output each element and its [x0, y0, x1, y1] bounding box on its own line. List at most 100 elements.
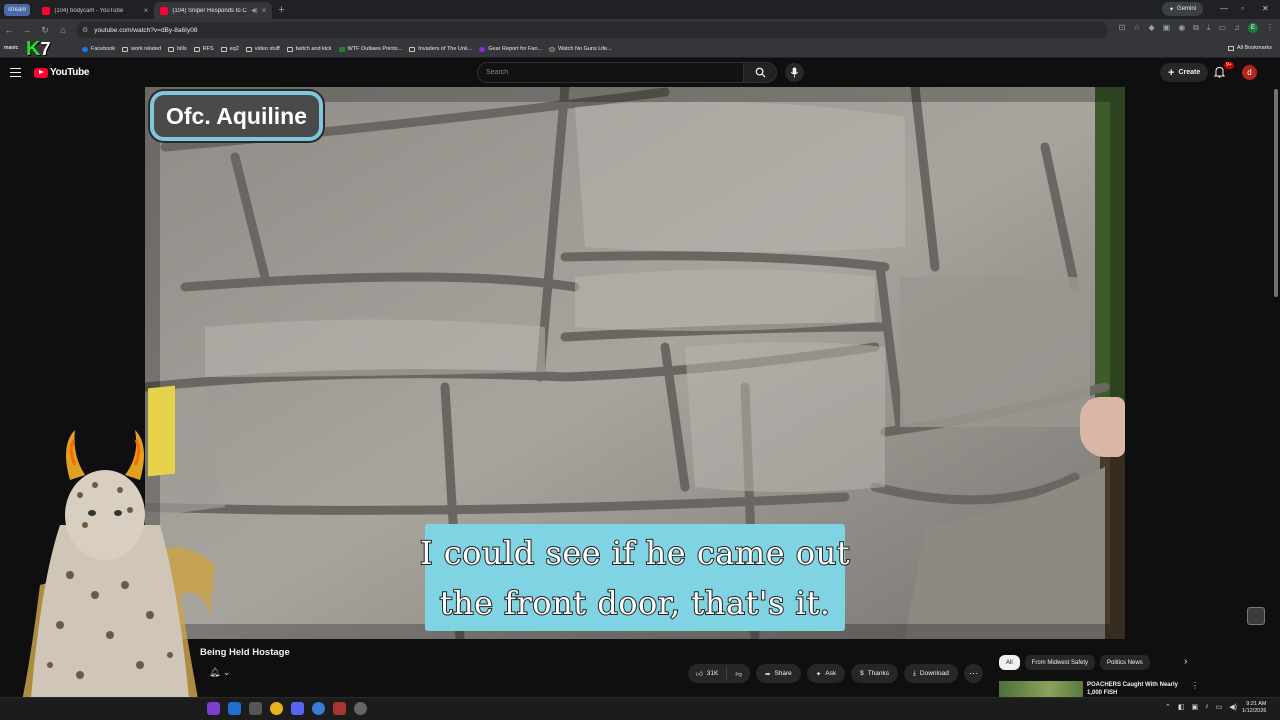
close-tab-icon[interactable]: × [144, 6, 149, 15]
app-tray-icon[interactable]: ▣ [1192, 703, 1199, 711]
profile-icon[interactable]: E [1248, 23, 1258, 33]
bookmark-label: Invaders of The Unk... [418, 46, 473, 52]
maximize-icon[interactable]: ▫ [1241, 4, 1244, 13]
tab-search-icon[interactable]: ▭ [1218, 23, 1226, 33]
app-icon[interactable] [228, 702, 241, 715]
reload-icon[interactable]: ↻ [36, 25, 54, 36]
kebab-menu-icon[interactable]: ⋮ [1266, 23, 1274, 33]
settings-icon[interactable] [354, 702, 367, 715]
bookmark-gear-report[interactable]: Gear Report for Fan... [479, 46, 542, 52]
subtitle-caption: I could see if he came out the front doo… [419, 524, 851, 631]
app-icon[interactable] [207, 702, 220, 715]
network-icon[interactable]: ▭ [1216, 703, 1223, 711]
thumbs-down-icon: 👎︎ [735, 670, 742, 678]
new-tab-button[interactable]: + [278, 4, 284, 16]
chip-midwest-safety[interactable]: From Midwest Safety [1024, 655, 1096, 670]
extension-icon[interactable]: ▣ [1163, 23, 1171, 33]
app-icon[interactable] [249, 702, 262, 715]
downloads-icon[interactable]: ⤓ [1207, 23, 1211, 33]
voice-search-button[interactable] [785, 63, 804, 82]
app-icon[interactable] [333, 702, 346, 715]
clock-date: 1/12/2026 [1242, 708, 1267, 714]
search-input[interactable] [486, 69, 743, 76]
like-button[interactable]: 👍︎ 31K [688, 667, 728, 680]
page-scrollbar[interactable] [1274, 89, 1278, 297]
more-actions-button[interactable]: ⋯ [963, 664, 983, 683]
tab-group-stream[interactable]: stream [4, 3, 31, 16]
wtf-icon [338, 46, 345, 52]
app-icon[interactable] [312, 702, 325, 715]
chevron-up-icon[interactable]: ⌃ [1165, 703, 1171, 711]
all-bookmarks[interactable]: All Bookmarks [1227, 45, 1272, 51]
bookmark-folder-twitch[interactable]: twitch and kick [286, 46, 332, 52]
url-text: youtube.com/watch?v=dBy-8a6Iy08 [94, 26, 198, 34]
download-button[interactable]: ⤓ Download [904, 664, 958, 683]
tab-bodycam[interactable]: (104) bodycam - YouTube × [36, 2, 154, 19]
bookmark-label: work related [131, 46, 162, 52]
dislike-button[interactable]: 👎︎ [727, 670, 750, 678]
browser-toolbar: ← → ↻ ⌂ ⚙ youtube.com/watch?v=dBy-8a6Iy0… [0, 19, 1280, 41]
minimize-icon[interactable]: — [1220, 4, 1228, 13]
bookmark-wtf[interactable]: WTF Outlaws Points... [338, 46, 402, 52]
bookmark-folder-rfs[interactable]: RFS [193, 46, 214, 52]
app-tray-icon[interactable]: ◧ [1178, 703, 1185, 711]
bookmark-label: twitch and kick [295, 46, 332, 52]
microphone-tray-icon[interactable]: ♪ [1205, 703, 1209, 711]
tab-sniper-active[interactable]: (104) Sniper Responds to C ◀) × [154, 2, 273, 19]
discord-icon[interactable] [291, 702, 304, 715]
site-info-icon[interactable]: ⚙ [82, 26, 88, 34]
search-icon [755, 67, 766, 78]
download-label: Download [919, 670, 949, 677]
bookmark-label: Watch No Guns Life... [558, 46, 612, 52]
caption-line-2: the front door, that's it. [439, 583, 831, 623]
chip-all[interactable]: All [999, 655, 1020, 670]
gemini-label: Gemini [1177, 6, 1197, 12]
account-avatar[interactable]: d [1242, 65, 1257, 80]
video-player[interactable]: Ofc. Aquiline I could see if he came out… [145, 87, 1125, 639]
bookmark-folder-video[interactable]: video stuff [245, 46, 280, 52]
officer-name: Ofc. Aquiline [166, 102, 307, 129]
taskbar-apps [207, 702, 367, 715]
microphone-icon [790, 67, 799, 78]
like-dislike-group: 👍︎ 31K 👎︎ [688, 664, 750, 683]
forward-icon[interactable]: → [18, 25, 36, 35]
youtube-play-icon [34, 67, 48, 78]
bookmark-folder-work[interactable]: work related [122, 46, 161, 52]
search-button[interactable] [744, 62, 777, 83]
address-bar[interactable]: ⚙ youtube.com/watch?v=dBy-8a6Iy08 [76, 22, 1108, 38]
close-window-icon[interactable]: ✕ [1262, 4, 1269, 13]
bookmark-folder-eq2[interactable]: eq2 [220, 46, 239, 52]
extension-icon[interactable]: ◉ [1178, 23, 1185, 33]
speaker-icon[interactable]: ◀) [251, 7, 258, 14]
bookmark-watch-no-guns[interactable]: Watch No Guns Life... [549, 46, 612, 52]
puzzle-icon[interactable]: ⧉ [1193, 23, 1199, 33]
back-icon[interactable]: ← [0, 25, 18, 35]
bookmark-folder-bills[interactable]: bills [168, 46, 187, 52]
chevron-right-icon[interactable]: › [1184, 656, 1187, 667]
chip-politics-news[interactable]: Politics News [1100, 655, 1150, 670]
volume-icon[interactable]: ◀) [1229, 703, 1237, 711]
gemini-button[interactable]: ✦ Gemini [1162, 2, 1204, 16]
media-icon[interactable]: ♫ [1234, 23, 1240, 33]
notifications-bell-icon[interactable] [1214, 66, 1225, 78]
extension-icon[interactable]: ◆ [1148, 23, 1154, 33]
system-clock[interactable]: 9:21 AM 1/12/2026 [1242, 701, 1266, 715]
chrome-icon[interactable] [270, 702, 283, 715]
hamburger-menu-icon[interactable] [10, 68, 21, 77]
install-icon[interactable]: ⊡ [1119, 23, 1126, 33]
thanks-button[interactable]: $ Thanks [851, 664, 899, 683]
screen: stream (104) bodycam - YouTube × (104) S… [0, 0, 1280, 720]
video-actions: 👍︎ 31K 👎︎ ➦ Share ✦ Ask $ Thanks ⤓ Download … [688, 664, 983, 683]
home-icon[interactable]: ⌂ [54, 25, 72, 35]
folder-icon [286, 46, 293, 52]
bookmark-star-icon[interactable]: ☆ [1133, 23, 1140, 33]
share-button[interactable]: ➦ Share [755, 664, 801, 683]
bookmark-invaders[interactable]: Invaders of The Unk... [409, 46, 472, 52]
k7-seven: 7 [40, 39, 51, 59]
bookmark-facebook[interactable]: Facebook [82, 46, 115, 52]
close-tab-icon[interactable]: × [262, 6, 267, 15]
create-button[interactable]: + Create [1160, 63, 1209, 82]
youtube-logo[interactable]: YouTube [34, 67, 90, 78]
ask-button[interactable]: ✦ Ask [806, 664, 846, 683]
folder-icon [220, 46, 227, 52]
